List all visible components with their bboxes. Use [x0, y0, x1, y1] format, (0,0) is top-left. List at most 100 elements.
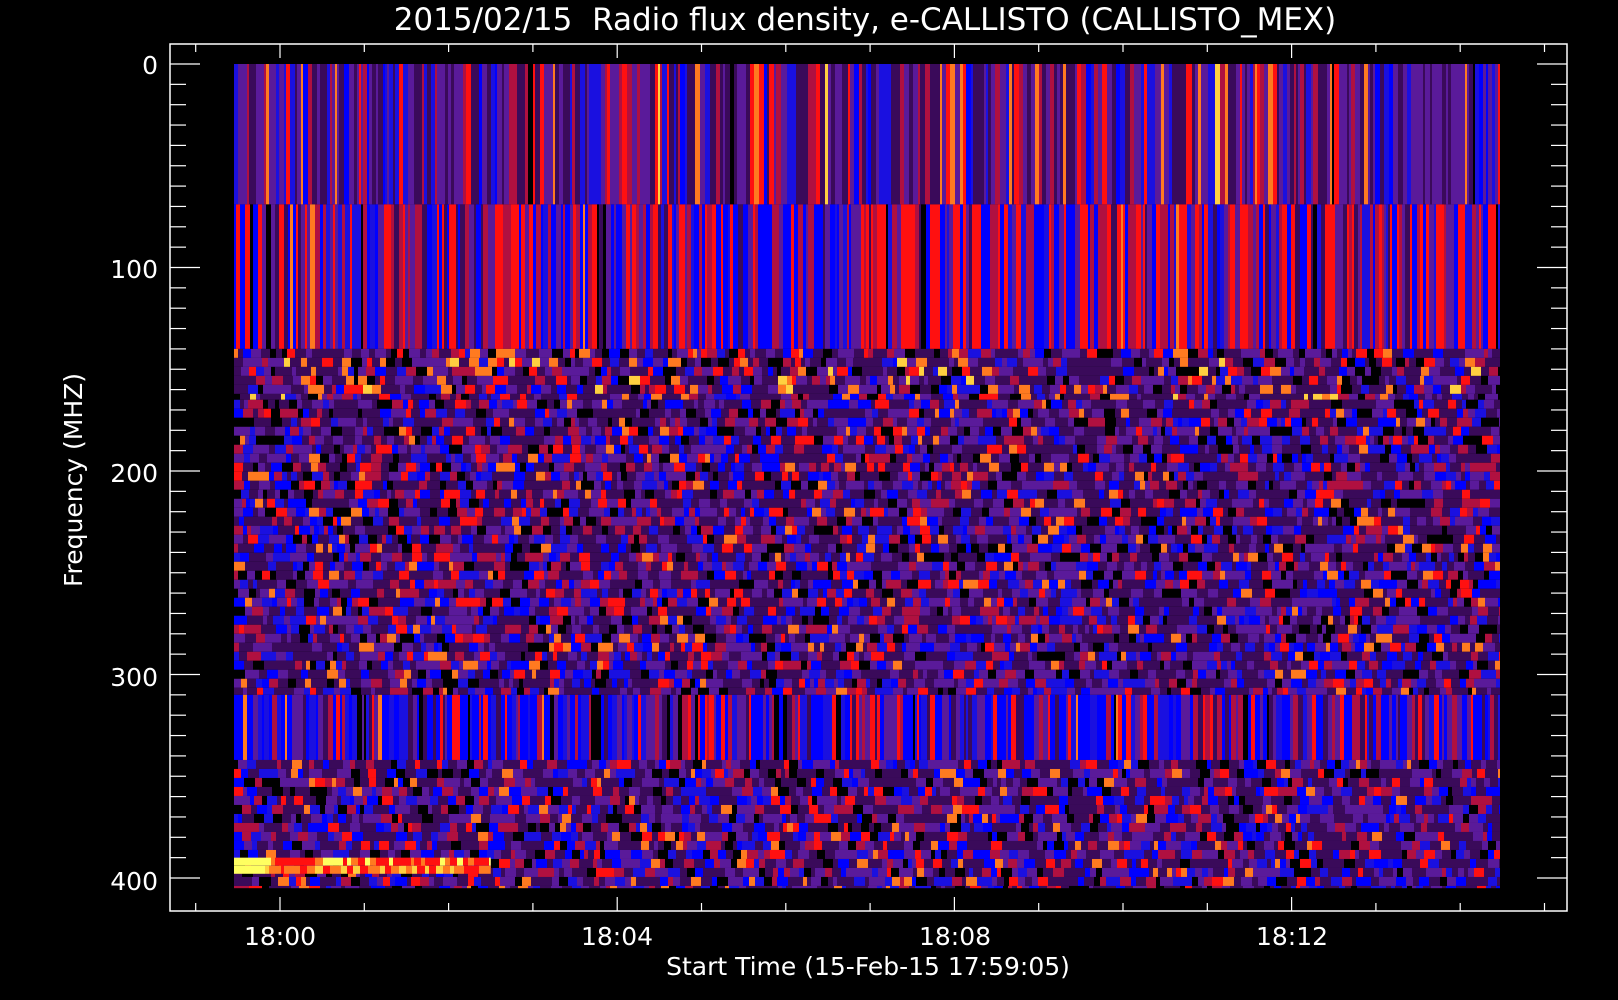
- heatmap-cell: [1173, 399, 1180, 409]
- heatmap-cell: [404, 507, 414, 517]
- heatmap-cell: [1296, 384, 1303, 394]
- heatmap-cell: [683, 498, 691, 508]
- heatmap-cell: [362, 570, 373, 580]
- heatmap-cell: [398, 543, 402, 553]
- heatmap-cell: [473, 417, 477, 427]
- heatmap-cell: [477, 417, 486, 427]
- heatmap-cell: [1396, 417, 1400, 427]
- heatmap-cell: [750, 507, 754, 517]
- heatmap-cell: [827, 453, 835, 463]
- heatmap-cell: [594, 480, 601, 490]
- heatmap-cell: [1200, 453, 1206, 463]
- heatmap-cell: [286, 444, 293, 454]
- heatmap-cell: [1304, 393, 1308, 400]
- heatmap-cell: [475, 366, 483, 376]
- heatmap-cell: [1314, 357, 1320, 367]
- heatmap-cell: [1323, 480, 1327, 490]
- heatmap-cell: [290, 204, 293, 349]
- heatmap-cell: [937, 480, 941, 490]
- heatmap-cell: [1217, 399, 1226, 409]
- heatmap-cell: [949, 543, 957, 553]
- heatmap-cell: [406, 426, 412, 436]
- heatmap-cell: [486, 384, 495, 394]
- heatmap-cell: [386, 357, 395, 367]
- heatmap-cell: [1058, 498, 1065, 508]
- heatmap-cell: [844, 498, 851, 508]
- heatmap-cell: [577, 408, 584, 418]
- heatmap-cell: [909, 561, 916, 571]
- heatmap-cell: [240, 426, 250, 436]
- heatmap-cell: [1273, 64, 1277, 205]
- heatmap-cell: [1112, 64, 1116, 205]
- heatmap-cell: [479, 399, 489, 409]
- heatmap-cell: [378, 417, 383, 427]
- heatmap-cell: [928, 375, 932, 385]
- heatmap-cell: [873, 357, 882, 367]
- heatmap-cell: [329, 453, 335, 463]
- heatmap-cell: [1248, 453, 1257, 463]
- heatmap-cell: [1204, 204, 1206, 349]
- heatmap-cell: [1452, 489, 1462, 499]
- heatmap-cell: [1496, 534, 1500, 544]
- heatmap-cell: [427, 453, 435, 463]
- heatmap-cell: [1117, 561, 1124, 571]
- heatmap-cell: [659, 471, 666, 481]
- heatmap-cell: [1171, 543, 1177, 553]
- heatmap-cell: [643, 453, 647, 463]
- heatmap-cell: [1461, 543, 1468, 553]
- heatmap-cell: [629, 426, 638, 436]
- heatmap-cell: [1030, 498, 1035, 508]
- heatmap-cell: [1198, 561, 1207, 571]
- heatmap-cell: [1130, 453, 1139, 463]
- heatmap-cell: [635, 462, 640, 472]
- heatmap-cell: [490, 444, 497, 454]
- heatmap-cell: [785, 552, 790, 562]
- heatmap-cell: [314, 552, 322, 562]
- heatmap-cell: [439, 516, 450, 526]
- heatmap-cell: [1473, 498, 1480, 508]
- heatmap-cell: [375, 375, 380, 385]
- heatmap-cell: [544, 426, 550, 436]
- heatmap-cell: [1384, 204, 1386, 349]
- heatmap-cell: [1300, 552, 1305, 562]
- heatmap-cell: [1147, 408, 1157, 418]
- heatmap-cell: [1485, 462, 1496, 472]
- heatmap-cell: [714, 453, 721, 463]
- heatmap-cell: [265, 375, 272, 385]
- heatmap-cell: [775, 534, 782, 544]
- heatmap-cell: [1496, 552, 1500, 562]
- heatmap-cell: [1018, 561, 1023, 571]
- heatmap-cell: [1150, 64, 1155, 205]
- heatmap-cell: [1168, 525, 1172, 535]
- heatmap-cell: [1348, 480, 1358, 490]
- heatmap-cell: [1486, 525, 1492, 535]
- heatmap-cell: [1029, 516, 1036, 526]
- heatmap-cell: [1287, 64, 1290, 205]
- heatmap-cell: [1421, 366, 1429, 376]
- heatmap-cell: [368, 480, 372, 490]
- heatmap-cell: [599, 393, 610, 400]
- heatmap-cell: [307, 534, 312, 544]
- heatmap-cell: [592, 357, 602, 367]
- heatmap-cell: [563, 64, 566, 205]
- heatmap-cell: [1307, 204, 1311, 349]
- heatmap-cell: [521, 498, 526, 508]
- heatmap-cell: [402, 552, 412, 562]
- heatmap-cell: [806, 498, 815, 508]
- heatmap-cell: [947, 204, 949, 349]
- heatmap-cell: [672, 204, 674, 349]
- heatmap-cell: [367, 498, 378, 508]
- heatmap-cell: [355, 525, 365, 535]
- heatmap-cell: [1010, 375, 1019, 385]
- heatmap-cell: [459, 357, 469, 367]
- heatmap-cell: [850, 489, 856, 499]
- heatmap-cell: [249, 435, 256, 445]
- heatmap-cell: [284, 357, 290, 367]
- heatmap-cell: [1380, 444, 1385, 454]
- heatmap-cell: [944, 507, 953, 517]
- heatmap-cell: [1053, 357, 1061, 367]
- heatmap-cell: [234, 480, 244, 490]
- heatmap-cell: [1057, 489, 1063, 499]
- heatmap-cell: [819, 552, 825, 562]
- heatmap-cell: [1381, 516, 1389, 526]
